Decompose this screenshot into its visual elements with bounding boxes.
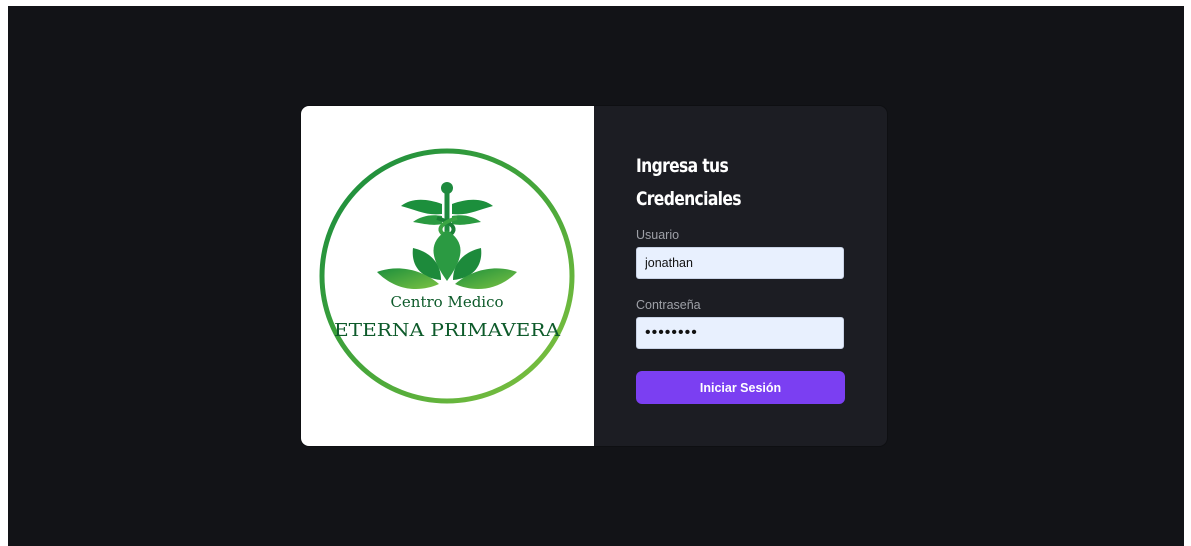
logo-subtitle: Centro Medico (390, 293, 503, 311)
password-label: Contraseña (636, 298, 701, 312)
login-button[interactable]: Iniciar Sesión (636, 371, 845, 404)
login-heading-line1: Ingresa tus (636, 155, 729, 177)
username-input[interactable] (636, 247, 844, 279)
clinic-logo: Centro Medico ETERNA PRIMAVERA (319, 148, 575, 404)
username-label: Usuario (636, 228, 680, 242)
login-heading: Ingresa tus Credenciales (636, 150, 800, 216)
app-viewport: Centro Medico ETERNA PRIMAVERA Ingresa t… (8, 6, 1184, 546)
logo-panel: Centro Medico ETERNA PRIMAVERA (301, 106, 594, 446)
login-form-panel: Ingresa tus Credenciales Usuario Contras… (594, 106, 887, 446)
leaves-icon (377, 230, 517, 289)
login-card: Centro Medico ETERNA PRIMAVERA Ingresa t… (301, 106, 887, 446)
password-input[interactable] (636, 317, 844, 349)
logo-title: ETERNA PRIMAVERA (334, 320, 561, 341)
login-heading-line2: Credenciales (636, 188, 742, 210)
